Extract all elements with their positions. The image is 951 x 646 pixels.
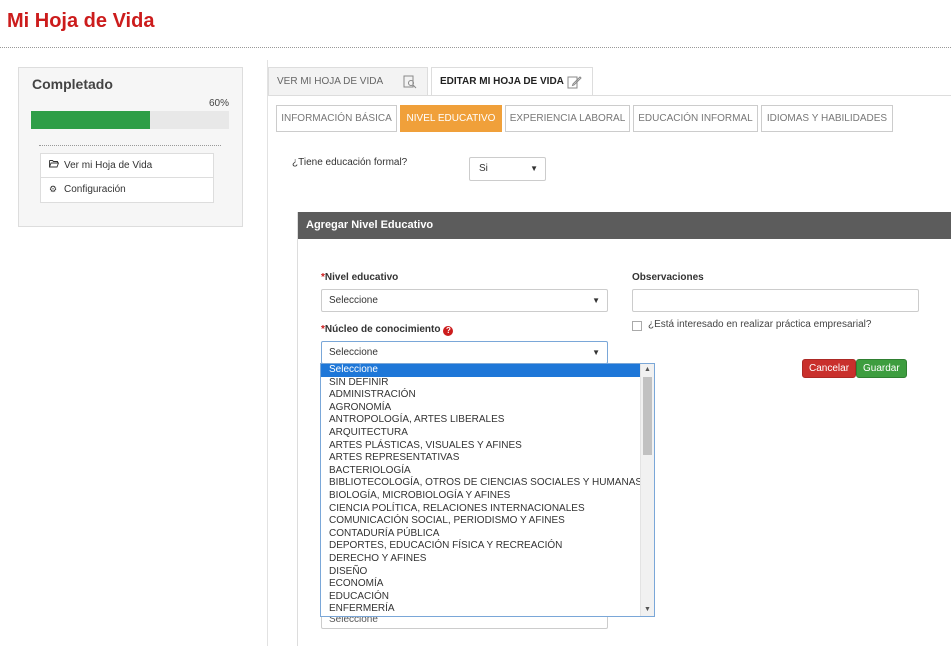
formal-education-select[interactable]: Si ▼ [469, 157, 546, 181]
dropdown-option[interactable]: BIBLIOTECOLOGÍA, OTROS DE CIENCIAS SOCIA… [321, 477, 642, 490]
progress-percent: 60% [208, 98, 229, 109]
dropdown-option[interactable]: ANTROPOLOGÍA, ARTES LIBERALES [321, 414, 641, 427]
dropdown-option[interactable]: ADMINISTRACIÓN [321, 389, 641, 402]
dropdown-option[interactable]: ECONOMÍA [321, 578, 641, 591]
sidebar-item-configuracion[interactable]: ⚙ Configuración [41, 178, 213, 202]
dropdown-option[interactable]: DEPORTES, EDUCACIÓN FÍSICA Y RECREACIÓN [321, 540, 641, 553]
select-value: Seleccione [329, 295, 378, 306]
title-divider [0, 47, 951, 48]
dropdown-option[interactable]: EDUCACIÓN [321, 591, 641, 604]
sidebar-menu: Ver mi Hoja de Vida ⚙ Configuración [40, 153, 214, 203]
document-search-icon [403, 68, 417, 98]
nivel-educativo-label: *Nivel educativo [321, 272, 399, 283]
sidebar-divider [39, 145, 221, 146]
caret-down-icon: ▼ [530, 164, 538, 173]
observaciones-input[interactable] [632, 289, 919, 312]
subtab-educacion-informal[interactable]: EDUCACIÓN INFORMAL [633, 105, 758, 132]
folder-open-icon [49, 154, 61, 177]
nucleo-dropdown-list[interactable]: Seleccione SIN DEFINIR ADMINISTRACIÓN AGRON… [320, 363, 655, 617]
formal-education-label: ¿Tiene educación formal? [292, 157, 408, 168]
content-divider [267, 60, 268, 646]
dropdown-option[interactable]: SIN DEFINIR [321, 377, 641, 390]
progress-fill [31, 111, 150, 129]
dropdown-scrollbar[interactable]: ▲ ▼ [640, 364, 654, 616]
tab-ver-hoja[interactable]: VER MI HOJA DE VIDA [268, 67, 428, 95]
dropdown-option[interactable]: DERECHO Y AFINES [321, 553, 641, 566]
dropdown-option[interactable]: COMUNICACIÓN SOCIAL, PERIODISMO Y AFINES [321, 515, 641, 528]
dropdown-option[interactable]: ARTES REPRESENTATIVAS [321, 452, 641, 465]
dropdown-option[interactable]: DISEÑO [321, 566, 641, 579]
dropdown-option[interactable]: CONTADURÍA PÚBLICA [321, 528, 641, 541]
subtab-nivel-educativo[interactable]: NIVEL EDUCATIVO [400, 105, 502, 132]
nucleo-conocimiento-label: *Núcleo de conocimiento? [321, 324, 454, 336]
scroll-down-icon[interactable]: ▼ [641, 604, 654, 616]
progress-bar [31, 111, 229, 129]
practice-checkbox[interactable] [632, 321, 642, 331]
caret-down-icon: ▼ [592, 348, 600, 357]
dropdown-option[interactable]: BACTERIOLOGÍA [321, 465, 641, 478]
tab-label: VER MI HOJA DE VIDA [277, 76, 384, 87]
dropdown-option[interactable]: AGRONOMÍA [321, 402, 641, 415]
dropdown-option[interactable]: Seleccione [321, 364, 641, 377]
subtab-experiencia-laboral[interactable]: EXPERIENCIA LABORAL [505, 105, 630, 132]
caret-down-icon: ▼ [592, 296, 600, 305]
subtab-idiomas-habilidades[interactable]: IDIOMAS Y HABILIDADES [761, 105, 893, 132]
practice-label: ¿Está interesado en realizar práctica em… [648, 319, 872, 330]
tab-label: EDITAR MI HOJA DE VIDA [440, 76, 564, 87]
select-value: Si [479, 163, 488, 174]
panel-title: Agregar Nivel Educativo [298, 212, 951, 239]
tab-editar-hoja[interactable]: EDITAR MI HOJA DE VIDA [431, 67, 593, 95]
dropdown-option[interactable]: CIENCIA POLÍTICA, RELACIONES INTERNACION… [321, 503, 641, 516]
dropdown-option[interactable]: ARTES PLÁSTICAS, VISUALES Y AFINES [321, 440, 641, 453]
dropdown-option[interactable]: BIOLOGÍA, MICROBIOLOGÍA Y AFINES [321, 490, 641, 503]
save-button[interactable]: Guardar [856, 359, 907, 378]
dropdown-option[interactable]: ENFERMERÍA [321, 603, 641, 616]
subtab-informacion-basica[interactable]: INFORMACIÓN BÁSICA [276, 105, 397, 132]
nucleo-conocimiento-select[interactable]: Seleccione ▼ [321, 341, 608, 364]
sidebar-item-label: Ver mi Hoja de Vida [64, 160, 153, 171]
gear-icon: ⚙ [49, 184, 58, 194]
scrollbar-thumb[interactable] [643, 377, 652, 455]
select-value: Seleccione [329, 347, 378, 358]
edit-pencil-icon [567, 68, 582, 98]
help-icon[interactable]: ? [443, 326, 454, 336]
nivel-educativo-select[interactable]: Seleccione ▼ [321, 289, 608, 312]
sidebar: Completado 60% Ver mi Hoja de Vida ⚙ Conf… [18, 67, 243, 227]
page-title: Mi Hoja de Vida [7, 10, 155, 32]
dropdown-option[interactable]: ARQUITECTURA [321, 427, 641, 440]
scroll-up-icon[interactable]: ▲ [641, 364, 654, 376]
sidebar-item-ver-hoja[interactable]: Ver mi Hoja de Vida [41, 154, 213, 178]
completed-label: Completado [32, 76, 113, 92]
dropdown-options: Seleccione SIN DEFINIR ADMINISTRACIÓN AGRON… [321, 364, 642, 616]
tabs-divider [268, 95, 951, 96]
sidebar-item-label: Configuración [64, 184, 126, 195]
observaciones-label: Observaciones [632, 272, 704, 283]
cancel-button[interactable]: Cancelar [802, 359, 857, 378]
